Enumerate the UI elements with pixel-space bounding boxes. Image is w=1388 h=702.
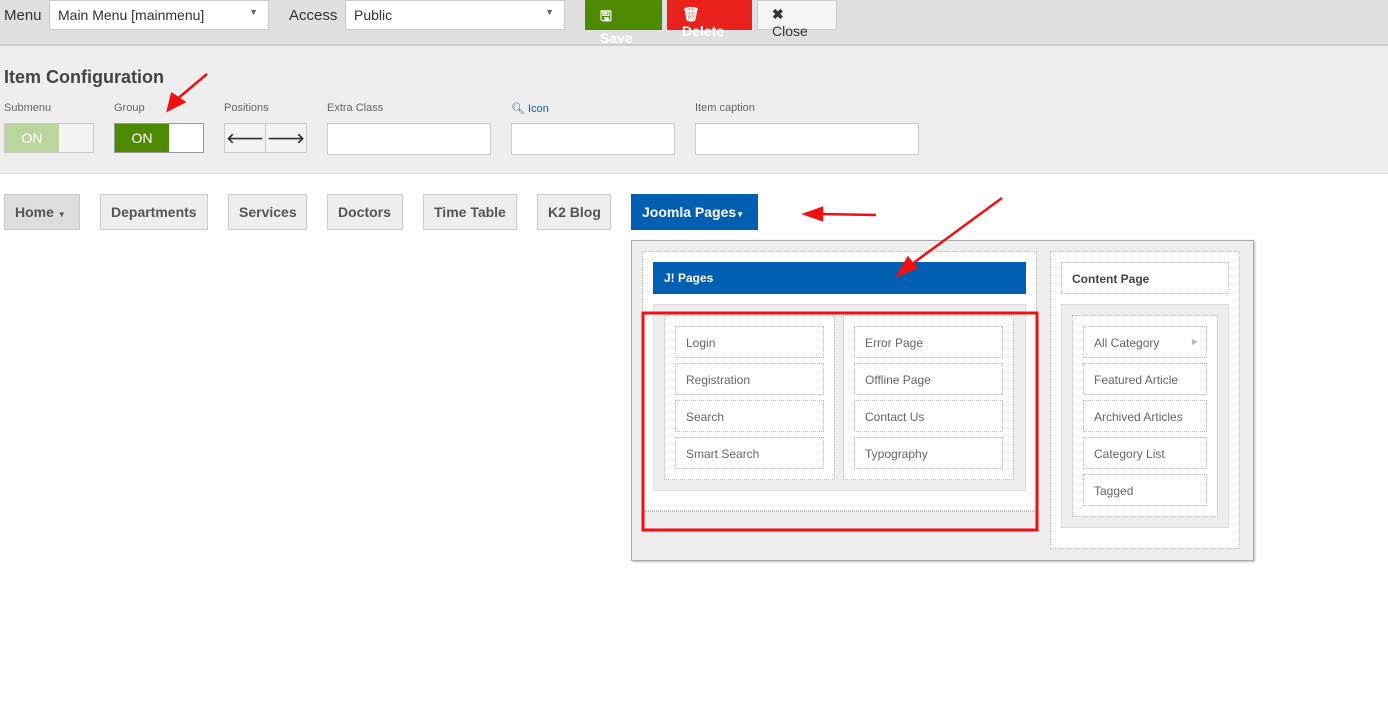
menu-item[interactable]: Featured Article — [1083, 363, 1207, 395]
menu-label: Menu — [4, 7, 42, 24]
icon-input[interactable] — [511, 123, 675, 155]
nav-doctors[interactable]: Doctors — [327, 194, 403, 230]
close-label: Close — [772, 23, 808, 39]
item-label: Login — [686, 336, 716, 350]
annotation-arrow — [819, 212, 877, 217]
caret-down-icon: ▼ — [249, 7, 258, 17]
menu-item[interactable]: Contact Us — [854, 400, 1003, 432]
item-label: Offline Page — [865, 373, 931, 387]
caption-input[interactable] — [695, 123, 919, 155]
nav-k2-blog[interactable]: K2 Blog — [537, 194, 611, 230]
caret-down-icon: ▼ — [57, 210, 66, 219]
arrow-right-icon[interactable]: 🡒 — [266, 124, 306, 152]
caption-label: Item caption — [695, 102, 755, 114]
caret-right-icon: ▶ — [1191, 337, 1198, 346]
menu-item[interactable]: All Category ▶ — [1083, 326, 1207, 358]
menu-item[interactable]: Category List — [1083, 437, 1207, 469]
item-label: All Category — [1094, 336, 1160, 350]
toggle-state: ON — [115, 124, 169, 152]
group-label: Group — [114, 102, 145, 114]
item-label: Contact Us — [865, 410, 925, 424]
access-label: Access — [289, 7, 338, 24]
arrow-left-icon[interactable]: 🡐 — [225, 124, 266, 152]
icon-label[interactable]: 🔍︎ Icon — [511, 102, 549, 115]
menu-item[interactable]: Error Page — [854, 326, 1003, 358]
close-icon: ✖ — [772, 6, 784, 22]
nav-label: Home — [15, 204, 54, 220]
item-label: Error Page — [865, 336, 924, 350]
item-label: Typography — [865, 447, 928, 461]
close-button[interactable]: ✖ Close — [757, 0, 837, 39]
menu-value: Main Menu [mainmenu] — [58, 7, 205, 23]
group-title[interactable]: J! Pages — [653, 262, 1026, 294]
trash-icon: 🗑 — [682, 6, 700, 22]
item-label: Search — [686, 410, 725, 424]
item-label: Registration — [686, 373, 751, 387]
search-icon: 🔍︎ — [511, 103, 525, 115]
menu-item[interactable]: Archived Articles — [1083, 400, 1207, 432]
nav-joomla-pages[interactable]: Joomla Pages▼ — [631, 194, 758, 230]
menu-select[interactable]: Main Menu [mainmenu] ▼ — [49, 0, 269, 30]
group-toggle[interactable]: ON — [114, 123, 204, 153]
config-title: Item Configuration — [4, 67, 164, 87]
menu-item[interactable]: Search — [675, 400, 824, 432]
menu-item[interactable]: Smart Search — [675, 437, 824, 469]
nav-departments[interactable]: Departments — [100, 194, 208, 230]
item-label: Featured Article — [1094, 373, 1179, 387]
positions-label: Positions — [224, 102, 269, 114]
submenu-toggle[interactable]: ON — [4, 123, 94, 153]
nav-label: Joomla Pages — [642, 204, 737, 220]
item-config-panel — [0, 46, 1388, 174]
menu-item[interactable]: Offline Page — [854, 363, 1003, 395]
extra-class-input[interactable] — [327, 123, 491, 155]
menu-item[interactable]: Typography — [854, 437, 1003, 469]
icon-label-text: Icon — [528, 103, 549, 115]
nav-time-table[interactable]: Time Table — [423, 194, 517, 230]
nav-services[interactable]: Services — [228, 194, 307, 230]
delete-button[interactable]: 🗑Delete — [667, 0, 752, 39]
caret-down-icon: ▼ — [545, 7, 554, 17]
save-button[interactable]: 🖫 Save — [585, 0, 662, 46]
menu-item[interactable]: Registration — [675, 363, 824, 395]
arrow-head — [801, 206, 824, 222]
positions-control: 🡐 🡒 — [224, 123, 307, 153]
save-icon: 🖫 — [600, 8, 612, 24]
access-select[interactable]: Public ▼ — [345, 0, 565, 30]
delete-label: Delete — [682, 23, 725, 39]
caret-down-icon: ▼ — [736, 210, 745, 219]
item-label: Archived Articles — [1094, 410, 1183, 424]
menu-item[interactable]: Login — [675, 326, 824, 358]
item-label: Tagged — [1094, 484, 1134, 498]
save-label: Save — [600, 30, 633, 46]
item-label: Smart Search — [686, 447, 760, 461]
content-title[interactable]: Content Page — [1061, 262, 1229, 294]
submenu-label: Submenu — [4, 102, 52, 114]
menu-item[interactable]: Tagged — [1083, 474, 1207, 506]
toggle-state: ON — [5, 124, 59, 152]
nav-home[interactable]: Home ▼ — [4, 194, 80, 230]
access-value: Public — [354, 7, 393, 23]
extra-class-label: Extra Class — [327, 102, 384, 114]
item-label: Category List — [1094, 447, 1165, 461]
